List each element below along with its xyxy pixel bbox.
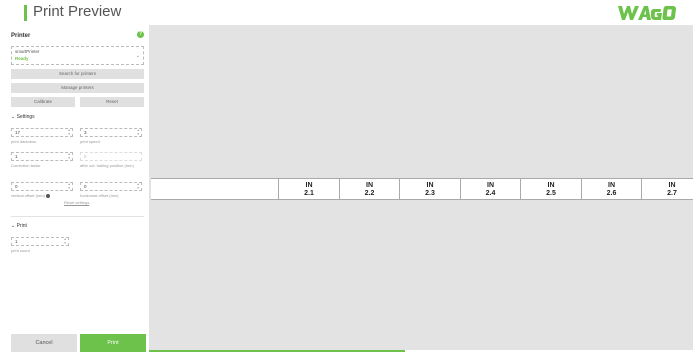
print-toggle[interactable]: ⌄ Print <box>11 223 27 229</box>
printer-status: Ready <box>15 56 29 61</box>
wago-logo <box>618 6 676 20</box>
marker-line-2: 2.1 <box>304 190 314 197</box>
print-count-label: print count <box>11 248 30 253</box>
print-count-field[interactable]: 1 ▴ ▾ <box>11 237 69 246</box>
printer-heading: Printer <box>11 33 31 39</box>
search-printers-button[interactable]: Search for printers <box>11 69 144 79</box>
correction-factor-label: Correction factor <box>11 163 41 168</box>
marker-line-2: 2.5 <box>546 190 556 197</box>
print-speed-value: 3 <box>84 130 87 135</box>
marker-cell: IN 2.2 <box>338 179 400 199</box>
title-accent-bar <box>24 5 27 21</box>
print-speed-label: print speed <box>80 139 100 144</box>
vertical-offset-label-text: vertical offset (mm) <box>11 193 45 198</box>
marker-line-2: 2.7 <box>667 190 677 197</box>
marker-line-1: IN <box>305 182 313 189</box>
after-cut-field[interactable]: 0 <box>80 152 142 161</box>
info-icon[interactable] <box>46 193 51 198</box>
correction-factor-field[interactable]: 1 ▴ ▾ <box>11 152 73 161</box>
print-darkness-value: 17 <box>15 130 21 135</box>
horizontal-offset-value: 0 <box>84 184 87 189</box>
horizontal-offset-label: horizontal offset (mm) <box>80 193 119 198</box>
print-darkness-label: print darkness <box>11 139 37 144</box>
marker-line-2: 2.3 <box>425 190 435 197</box>
marker-strip: IN 2.1 IN 2.2 IN 2.3 IN 2.4 IN 2.5 IN 2.6 IN 2.7 <box>151 178 693 200</box>
cancel-button[interactable]: Cancel <box>11 334 77 352</box>
calibrate-button[interactable]: Calibrate <box>11 97 75 107</box>
print-darkness-field[interactable]: 17 ▴ ▾ <box>11 128 73 137</box>
marker-line-1: IN <box>426 182 434 189</box>
reset-button[interactable]: Reset <box>80 97 144 107</box>
print-preview-area: IN 2.1 IN 2.2 IN 2.3 IN 2.4 IN 2.5 IN 2.6 IN 2.7 <box>149 25 693 350</box>
marker-cell: IN 2.3 <box>399 179 460 199</box>
progress-bar <box>149 350 405 352</box>
question-icon[interactable]: ? <box>137 31 144 38</box>
spinner-icon[interactable]: ▴ ▾ <box>64 237 66 245</box>
spinner-icon[interactable]: ▴ ▾ <box>68 152 70 160</box>
marker-line-2: 2.4 <box>485 190 496 197</box>
print-count-value: 1 <box>15 239 18 244</box>
printer-select[interactable]: smartPrinter Ready ⌄ <box>11 46 144 65</box>
print-heading: Print <box>16 223 27 229</box>
spinner-icon[interactable]: ▴ ▾ <box>137 182 139 190</box>
correction-factor-value: 1 <box>15 154 18 159</box>
reset-settings-link[interactable]: Reset settings <box>64 200 89 205</box>
marker-line-1: IN <box>668 182 676 189</box>
marker-line-2: 2.2 <box>364 190 375 197</box>
marker-cell: IN 2.7 <box>641 179 693 199</box>
settings-heading: Settings <box>16 114 35 120</box>
divider <box>11 216 144 217</box>
marker-line-1: IN <box>487 182 494 189</box>
after-cut-label: after cut: trailing position (mm) <box>80 163 134 168</box>
vertical-offset-value: 0 <box>15 184 18 189</box>
spinner-icon[interactable]: ▴ ▾ <box>137 128 139 136</box>
settings-toggle[interactable]: ⌄ Settings <box>11 114 35 120</box>
marker-line-2: 2.6 <box>606 190 617 197</box>
header: Print Preview <box>0 0 693 25</box>
spinner-icon[interactable]: ▴ ▾ <box>68 182 70 190</box>
print-button[interactable]: Print <box>80 334 146 352</box>
spinner-icon[interactable]: ▴ ▾ <box>68 128 70 136</box>
manage-printers-button[interactable]: Manage printers <box>11 83 144 93</box>
after-cut-value: 0 <box>84 154 87 159</box>
marker-cell: IN 2.1 <box>278 179 339 199</box>
vertical-offset-label: vertical offset (mm) <box>11 193 51 198</box>
marker-cell: IN 2.6 <box>580 179 642 199</box>
marker-line-1: IN <box>547 182 555 189</box>
chevron-down-icon: ⌄ <box>11 114 16 120</box>
marker-cell: IN 2.4 <box>459 179 521 199</box>
chevron-down-icon: ⌄ <box>11 223 16 229</box>
page-title: Print Preview <box>33 3 122 20</box>
marker-line-1: IN <box>366 182 373 189</box>
vertical-offset-field[interactable]: 0 ▴ ▾ <box>11 182 73 191</box>
chevron-down-icon: ⌄ <box>135 53 140 59</box>
sidebar: Printer ? smartPrinter Ready ⌄ Search fo… <box>0 25 149 360</box>
marker-line-1: IN <box>608 182 615 189</box>
horizontal-offset-field[interactable]: 0 ▴ ▾ <box>80 182 142 191</box>
print-speed-field[interactable]: 3 ▴ ▾ <box>80 128 142 137</box>
marker-cell: IN 2.5 <box>520 179 581 199</box>
printer-name: smartPrinter <box>15 49 40 54</box>
